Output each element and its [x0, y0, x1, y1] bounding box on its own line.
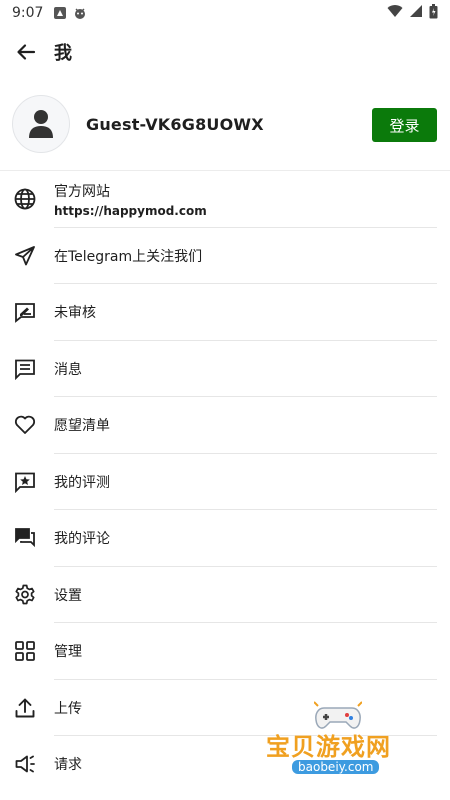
menu-item-telegram[interactable]: 在Telegram上关注我们 — [0, 228, 450, 285]
signal-icon — [409, 4, 423, 22]
menu-item-official-site[interactable]: 官方网站 https://happymod.com — [0, 171, 450, 228]
status-time: 9:07 — [12, 5, 44, 21]
unreviewed-icon — [12, 299, 38, 325]
profile-header: Guest-VK6G8UOWX 登录 — [0, 78, 450, 170]
status-right-icons — [387, 3, 438, 23]
heart-icon — [12, 412, 38, 438]
wifi-icon — [387, 4, 403, 22]
megaphone-icon — [12, 751, 38, 777]
menu-item-unreviewed[interactable]: 未审核 — [0, 284, 450, 341]
comments-icon — [12, 525, 38, 551]
star-review-icon — [12, 469, 38, 495]
android-icon — [73, 6, 87, 20]
app-bar: 我 — [0, 26, 450, 78]
status-bar: 9:07 — [0, 0, 450, 26]
grid-icon — [12, 638, 38, 664]
globe-icon — [12, 186, 38, 212]
menu-item-request[interactable]: 请求 — [0, 736, 450, 793]
menu-item-my-comments[interactable]: 我的评论 — [0, 510, 450, 567]
menu-item-my-reviews[interactable]: 我的评测 — [0, 454, 450, 511]
menu-item-label: 官方网站 — [54, 183, 110, 200]
menu-item-label: 愿望清单 — [54, 418, 110, 435]
menu-item-label: 消息 — [54, 361, 82, 378]
menu-item-label: 在Telegram上关注我们 — [54, 248, 203, 265]
back-button[interactable] — [12, 38, 40, 66]
person-icon — [29, 110, 53, 138]
menu-list: 官方网站 https://happymod.com 在Telegram上关注我们… — [0, 171, 450, 793]
battery-icon — [429, 3, 438, 23]
menu-item-label: 我的评测 — [54, 474, 110, 491]
menu-item-messages[interactable]: 消息 — [0, 341, 450, 398]
username: Guest-VK6G8UOWX — [86, 114, 264, 134]
menu-item-wishlist[interactable]: 愿望清单 — [0, 397, 450, 454]
avatar[interactable] — [12, 95, 70, 153]
menu-item-sublabel: https://happymod.com — [54, 203, 207, 218]
message-icon — [12, 356, 38, 382]
menu-item-upload[interactable]: 上传 — [0, 680, 450, 737]
notification-icon — [53, 6, 67, 20]
menu-item-manage[interactable]: 管理 — [0, 623, 450, 680]
menu-item-label: 上传 — [54, 700, 82, 717]
gear-icon — [12, 582, 38, 608]
login-button[interactable]: 登录 — [372, 108, 437, 142]
menu-item-label: 我的评论 — [54, 531, 110, 548]
menu-item-label: 管理 — [54, 644, 82, 661]
menu-item-settings[interactable]: 设置 — [0, 567, 450, 624]
page-title: 我 — [54, 43, 72, 64]
menu-item-label: 设置 — [54, 587, 82, 604]
telegram-icon — [12, 243, 38, 269]
menu-item-label: 未审核 — [54, 305, 96, 322]
arrow-left-icon — [17, 44, 36, 60]
upload-icon — [12, 695, 38, 721]
menu-item-label: 请求 — [54, 757, 82, 774]
